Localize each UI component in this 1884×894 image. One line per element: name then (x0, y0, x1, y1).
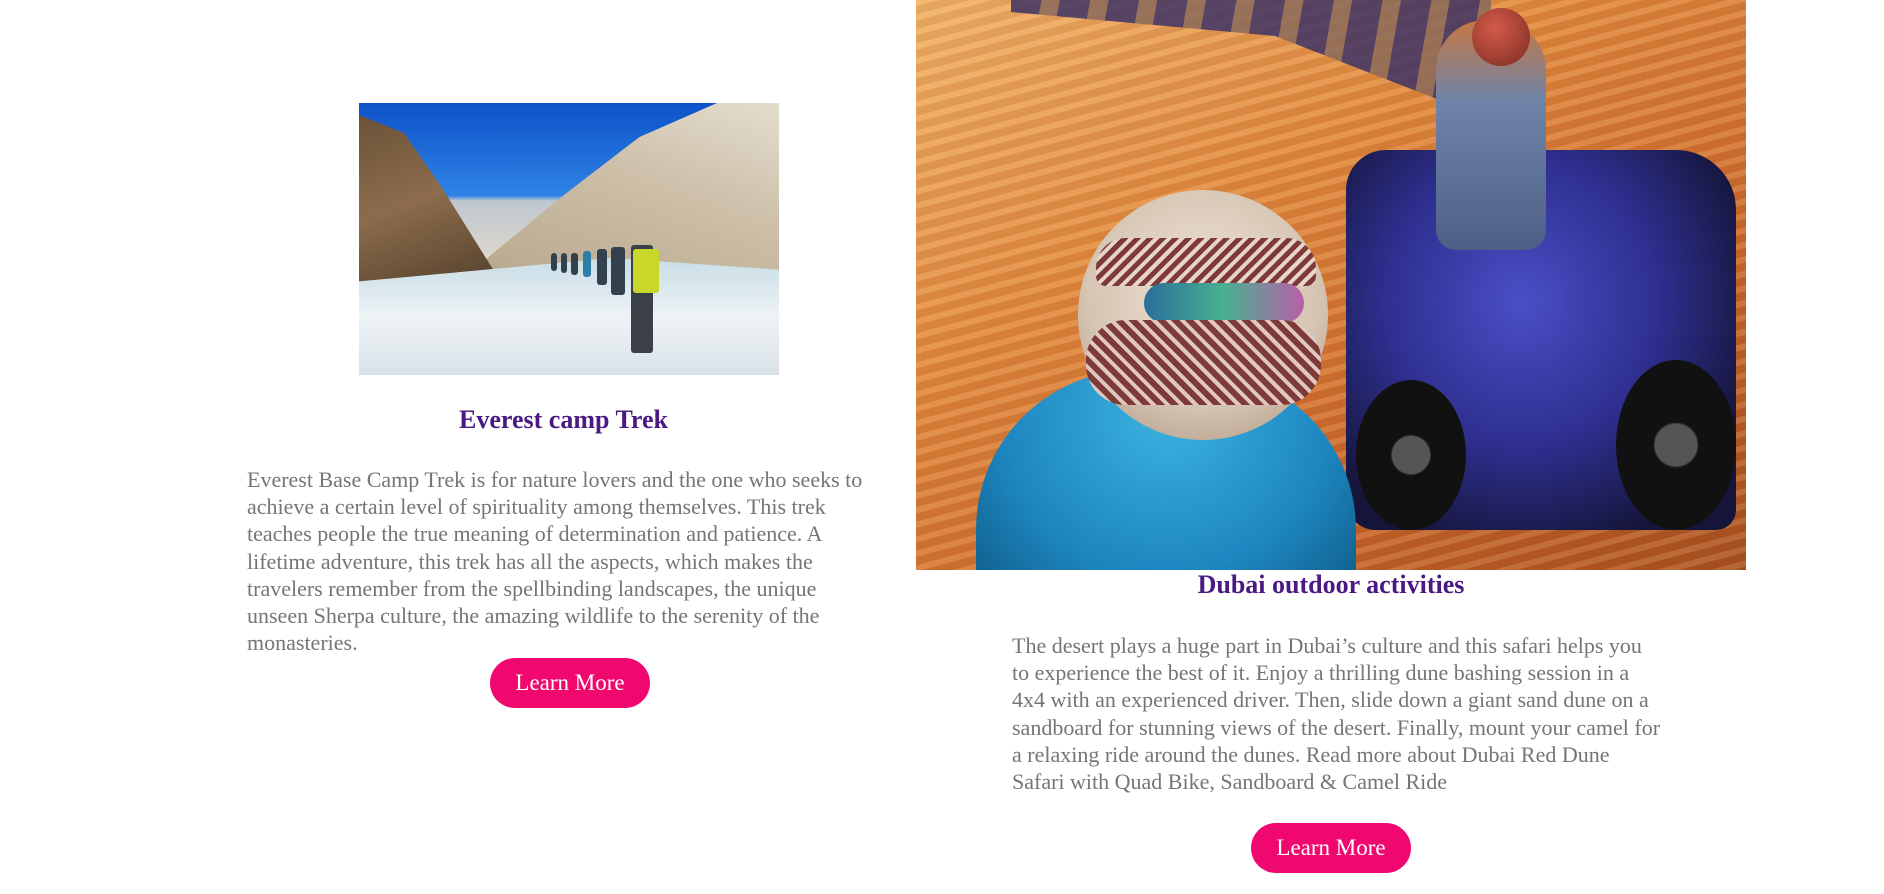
dubai-desert-image (916, 0, 1746, 570)
learn-more-button[interactable]: Learn More (1251, 823, 1411, 873)
card-title: Dubai outdoor activities (1197, 570, 1465, 599)
card-description: Everest Base Camp Trek is for nature lov… (247, 467, 863, 656)
everest-trek-image (359, 103, 779, 375)
card-description: The desert plays a huge part in Dubai’s … (1012, 633, 1661, 795)
learn-more-button[interactable]: Learn More (490, 658, 650, 708)
card-title: Everest camp Trek (459, 405, 668, 434)
